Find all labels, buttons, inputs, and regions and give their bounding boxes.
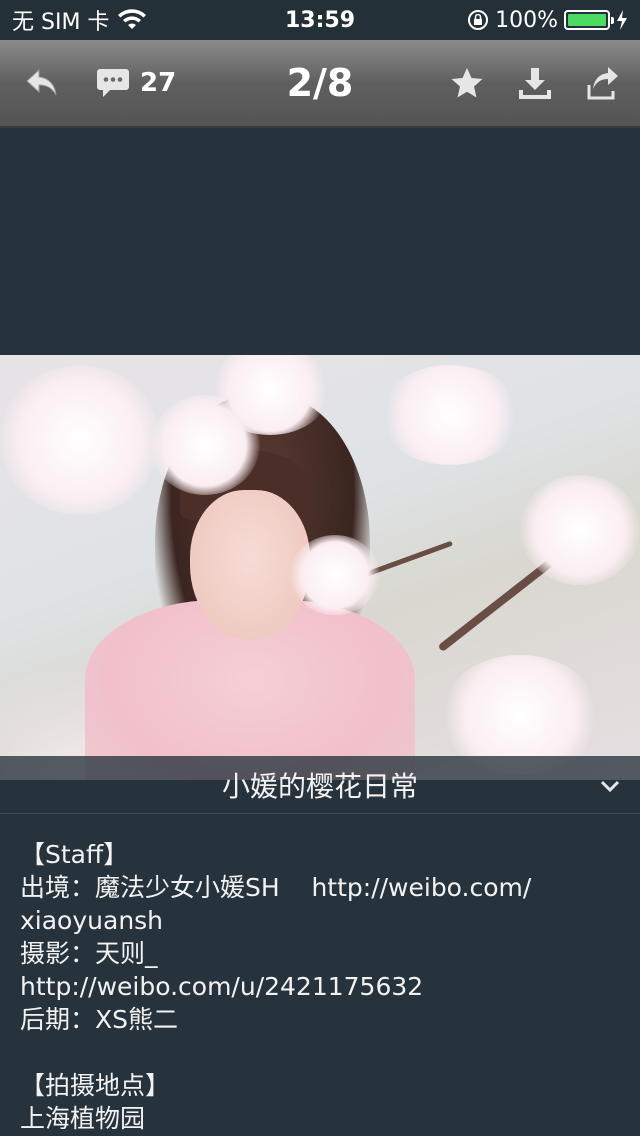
wifi-icon [118, 9, 147, 29]
photo-scene [0, 355, 640, 780]
description-line: 【Staff】 [20, 840, 129, 869]
status-left: 无 SIM 卡 [12, 4, 252, 36]
description-line: 后期：XS熊二 [20, 1005, 178, 1034]
star-icon [451, 68, 483, 98]
toolbar-actions [450, 65, 620, 101]
caption-bar: 小媛的樱花日常 [0, 756, 640, 814]
status-bar: 无 SIM 卡 13:59 100% [0, 0, 640, 40]
back-arrow-icon [26, 68, 57, 96]
carrier-label: 无 SIM 卡 [12, 10, 110, 35]
download-button[interactable] [518, 66, 552, 100]
photo-blossom [290, 535, 380, 615]
album-description: 【Staff】 出境：魔法少女小媛SH http://weibo.com/ xi… [20, 838, 620, 1135]
charging-icon [617, 10, 627, 30]
photo-blossom [0, 365, 160, 515]
description-line: http://weibo.com/u/2421175632 [20, 972, 424, 1001]
rotation-lock-icon [468, 10, 489, 30]
description-line: 上海植物园 [20, 1104, 146, 1133]
speech-bubble-icon [97, 69, 129, 97]
status-right: 100% [388, 8, 628, 33]
comments-button[interactable]: 27 [96, 67, 176, 99]
page-indicator: 2/8 [286, 61, 354, 105]
comment-count: 27 [140, 68, 177, 98]
photo-blossom [520, 475, 640, 585]
chevron-down-icon[interactable] [598, 774, 622, 798]
description-line: 【拍摄地点】 [20, 1071, 171, 1100]
battery-icon [564, 10, 614, 30]
favorite-button[interactable] [450, 67, 484, 99]
share-button[interactable] [586, 65, 620, 101]
album-title: 小媛的樱花日常 [221, 769, 418, 803]
battery-percent: 100% [495, 7, 558, 33]
status-time: 13:59 [284, 7, 356, 33]
description-line: 摄影：天则_ [20, 939, 158, 968]
download-icon [519, 68, 551, 99]
gallery-photo[interactable] [0, 355, 640, 780]
description-line: xiaoyuansh [20, 906, 164, 935]
back-button[interactable] [20, 61, 64, 105]
viewer-toolbar: 27 2/8 [0, 40, 640, 128]
description-line: 出境：魔法少女小媛SH http://weibo.com/ [20, 873, 532, 902]
photo-blossom [380, 365, 520, 465]
share-icon [587, 67, 618, 100]
description-line [20, 1036, 620, 1069]
